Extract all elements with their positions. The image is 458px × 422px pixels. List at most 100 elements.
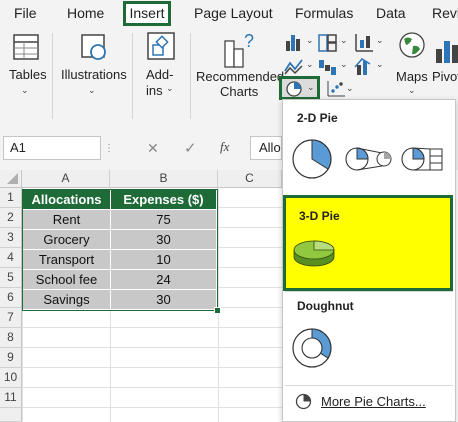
select-all-triangle-icon (7, 173, 18, 184)
pie-of-pie-option[interactable] (344, 144, 394, 176)
column-chart-icon[interactable] (282, 31, 306, 53)
tables-chevron-icon[interactable]: ⌄ (21, 85, 29, 96)
tab-formulas[interactable]: Formulas (295, 5, 353, 21)
ribbon-divider (190, 33, 191, 119)
table-header-expenses[interactable]: Expenses ($) (111, 190, 217, 210)
addins-label-line2: ins (146, 83, 163, 98)
row-header[interactable]: 10 (0, 368, 22, 388)
formula-input[interactable]: Allo (250, 136, 282, 160)
tab-file[interactable]: File (14, 5, 37, 21)
select-all-corner[interactable] (0, 170, 22, 188)
row-header[interactable]: 3 (0, 228, 22, 248)
row-header[interactable]: 6 (0, 288, 22, 308)
addins-button[interactable] (143, 29, 179, 65)
illustrations-button[interactable] (76, 29, 112, 65)
tables-label: Tables (9, 67, 47, 82)
tab-data[interactable]: Data (376, 5, 406, 21)
row-header[interactable]: 5 (0, 268, 22, 288)
tab-page-layout[interactable]: Page Layout (194, 5, 273, 21)
name-box[interactable]: A1 (3, 136, 101, 160)
hierarchy-chart-icon[interactable] (316, 31, 340, 53)
formula-value: Allo (259, 140, 281, 155)
row-header[interactable]: 11 (0, 388, 22, 408)
section-3d-pie-label: 3-D Pie (299, 209, 340, 223)
illustrations-label: Illustrations (61, 67, 127, 82)
pie-3d-highlight: 3-D Pie (283, 195, 453, 291)
row-header[interactable]: 8 (0, 328, 22, 348)
pivotchart-label: Pivot (432, 69, 458, 84)
table-icon (13, 34, 39, 60)
line-chart-chevron-icon[interactable]: ⌄ (306, 59, 314, 70)
addins-icon (147, 32, 175, 60)
table-cell-allocation[interactable]: Transport (23, 250, 111, 270)
pie-chart-button[interactable]: ⌄ (279, 76, 320, 100)
combo-chart-icon[interactable] (352, 55, 376, 77)
tables-group-button[interactable] (8, 29, 44, 65)
statistic-chart-icon[interactable] (352, 31, 376, 53)
table-cell-expense[interactable]: 10 (111, 250, 217, 270)
cancel-icon[interactable]: ✕ (147, 140, 159, 157)
pie-chart-icon (286, 81, 302, 97)
grid-column-line (218, 188, 219, 422)
globe-icon (399, 32, 425, 58)
column-header-c[interactable]: C (218, 170, 282, 188)
menu-divider (285, 385, 453, 386)
table-cell-allocation[interactable]: Rent (23, 210, 111, 230)
table-cell-expense[interactable]: 75 (111, 210, 217, 230)
maps-chevron-icon[interactable]: ⌄ (408, 85, 416, 96)
tab-home[interactable]: Home (67, 5, 104, 21)
section-doughnut-label: Doughnut (297, 299, 354, 313)
more-pie-charts-menu-item[interactable]: More Pie Charts... (285, 389, 453, 415)
name-box-dots-icon: ⋮ (104, 143, 114, 154)
table-cell-expense[interactable]: 30 (111, 290, 217, 310)
doughnut-option[interactable] (290, 325, 334, 371)
hierarchy-chart-chevron-icon[interactable]: ⌄ (340, 35, 348, 46)
pie-3d-option[interactable] (292, 236, 338, 270)
row-header[interactable]: 9 (0, 348, 22, 368)
bar-of-pie-option[interactable] (400, 144, 450, 176)
shapes-icon (81, 34, 106, 60)
insert-function-icon[interactable]: fx (220, 139, 229, 155)
table-cell-allocation[interactable]: Savings (23, 290, 111, 310)
pivotchart-icon (436, 41, 458, 63)
waterfall-chart-chevron-icon[interactable]: ⌄ (340, 59, 348, 70)
menu-divider (285, 291, 453, 292)
statistic-chart-chevron-icon[interactable]: ⌄ (376, 35, 384, 46)
illustrations-chevron-icon[interactable]: ⌄ (88, 85, 96, 96)
addins-label-line1: Add- (146, 67, 174, 82)
recommended-charts-button[interactable]: ? (222, 29, 258, 69)
table-cell-allocation[interactable]: Grocery (23, 230, 111, 250)
scatter-chart-chevron-icon[interactable]: ⌄ (346, 83, 354, 94)
maps-label: Maps (396, 69, 428, 84)
line-chart-icon[interactable] (282, 55, 306, 77)
table-cell-allocation[interactable]: School fee (23, 270, 111, 290)
ribbon-divider (132, 33, 133, 119)
table-header-allocations[interactable]: Allocations (23, 190, 111, 210)
tab-insert[interactable]: Insert (123, 1, 171, 26)
fill-handle[interactable] (214, 307, 221, 314)
combo-chart-chevron-icon[interactable]: ⌄ (376, 59, 384, 70)
column-header-a[interactable]: A (22, 170, 110, 188)
row-header[interactable]: 4 (0, 248, 22, 268)
row-header[interactable] (0, 408, 22, 422)
column-chart-chevron-icon[interactable]: ⌄ (306, 35, 314, 46)
row-header[interactable]: 7 (0, 308, 22, 328)
tab-review[interactable]: Revi (432, 5, 458, 21)
pie-chart-2d-option[interactable] (290, 136, 334, 182)
pie-chart-chevron-icon: ⌄ (307, 82, 315, 92)
more-pie-charts-label: More Pie Charts... (321, 394, 426, 409)
row-header[interactable]: 1 (0, 188, 22, 208)
waterfall-chart-icon[interactable] (316, 55, 340, 77)
addins-chevron-icon[interactable]: ⌄ (166, 83, 174, 94)
table-cell-expense[interactable]: 30 (111, 230, 217, 250)
name-box-value: A1 (10, 140, 26, 155)
pivotchart-button[interactable] (434, 31, 458, 67)
column-header-b[interactable]: B (110, 170, 218, 188)
maps-button[interactable] (396, 29, 428, 65)
scatter-chart-icon[interactable] (324, 79, 348, 99)
table-cell-expense[interactable]: 24 (111, 270, 217, 290)
ribbon-tab-bar: File Home Insert Page Layout Formulas Da… (0, 0, 458, 27)
pie-chart-dropdown: 2-D Pie 3-D Pie Doughnut More Pie Charts… (282, 99, 456, 422)
row-header[interactable]: 2 (0, 208, 22, 228)
enter-check-icon[interactable]: ✓ (184, 139, 197, 157)
